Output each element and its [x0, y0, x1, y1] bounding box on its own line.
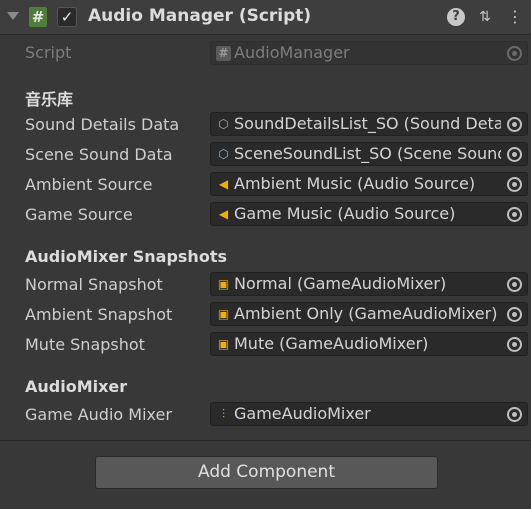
object-picker-icon[interactable]: [501, 203, 527, 225]
ambient-snapshot-label: Ambient Snapshot: [25, 305, 173, 324]
audio-source-icon: ◀: [218, 207, 229, 221]
ambient-snapshot-value: Ambient Only (GameAudioMixer): [234, 304, 498, 323]
section-music-library: 音乐库: [25, 90, 74, 109]
ambient-source-label: Ambient Source: [25, 175, 153, 194]
object-picker-icon: [501, 42, 527, 64]
sound-details-field[interactable]: ⬡ SoundDetailsList_SO (Sound Details Lis…: [210, 112, 528, 136]
audio-mixer-icon: ⫶: [221, 407, 225, 421]
sound-details-value: SoundDetailsList_SO (Sound Details List_…: [234, 114, 527, 133]
ambient-source-value: Ambient Music (Audio Source): [234, 174, 476, 193]
snapshot-icon: ▣: [217, 337, 230, 351]
normal-snapshot-field[interactable]: ▣ Normal (GameAudioMixer): [210, 272, 528, 296]
script-field: # AudioManager: [210, 41, 528, 65]
normal-snapshot-value: Normal (GameAudioMixer): [234, 274, 447, 293]
object-picker-icon[interactable]: [501, 333, 527, 355]
object-picker-icon[interactable]: [501, 143, 527, 165]
enabled-checkbox[interactable]: ✓: [57, 7, 77, 27]
object-picker-icon[interactable]: [501, 273, 527, 295]
ambient-source-field[interactable]: ◀ Ambient Music (Audio Source): [210, 172, 528, 196]
mute-snapshot-field[interactable]: ▣ Mute (GameAudioMixer): [210, 332, 528, 356]
snapshot-icon: ▣: [217, 277, 230, 291]
game-audio-mixer-label: Game Audio Mixer: [25, 405, 172, 424]
object-picker-icon[interactable]: [501, 113, 527, 135]
component-title: Audio Manager (Script): [88, 6, 312, 26]
game-source-label: Game Source: [25, 205, 133, 224]
sound-details-label: Sound Details Data: [25, 115, 180, 134]
foldout-arrow-icon[interactable]: [7, 12, 19, 20]
game-source-value: Game Music (Audio Source): [234, 204, 456, 223]
game-source-field[interactable]: ◀ Game Music (Audio Source): [210, 202, 528, 226]
object-picker-icon[interactable]: [501, 173, 527, 195]
mute-snapshot-label: Mute Snapshot: [25, 335, 145, 354]
script-asset-icon: #: [216, 46, 231, 61]
component-header: # ✓ Audio Manager (Script) ? ⇅ ⋮: [0, 0, 531, 35]
divider: [0, 440, 531, 441]
scene-sound-label: Scene Sound Data: [25, 145, 173, 164]
game-audio-mixer-field[interactable]: ⫶ GameAudioMixer: [210, 402, 528, 426]
snapshot-icon: ▣: [217, 307, 230, 321]
help-icon[interactable]: ?: [447, 8, 465, 26]
add-component-button[interactable]: Add Component: [95, 456, 438, 489]
ambient-snapshot-field[interactable]: ▣ Ambient Only (GameAudioMixer): [210, 302, 528, 326]
scene-sound-value: SceneSoundList_SO (Scene Sound List_SO): [234, 144, 527, 163]
script-label: Script: [25, 43, 72, 62]
script-field-value: AudioManager: [234, 43, 350, 62]
normal-snapshot-label: Normal Snapshot: [25, 275, 163, 294]
section-audiomixer-snapshots: AudioMixer Snapshots: [25, 247, 227, 266]
presets-icon[interactable]: ⇅: [476, 8, 494, 26]
scene-sound-field[interactable]: ⬡ SceneSoundList_SO (Scene Sound List_SO…: [210, 142, 528, 166]
context-menu-icon[interactable]: ⋮: [506, 8, 524, 26]
audio-source-icon: ◀: [218, 177, 229, 191]
object-picker-icon[interactable]: [501, 403, 527, 425]
section-audiomixer: AudioMixer: [25, 377, 128, 396]
mute-snapshot-value: Mute (GameAudioMixer): [234, 334, 429, 353]
game-audio-mixer-value: GameAudioMixer: [234, 404, 371, 423]
script-icon: #: [29, 7, 47, 27]
scriptable-object-icon: ⬡: [218, 147, 229, 161]
scriptable-object-icon: ⬡: [218, 117, 229, 131]
object-picker-icon[interactable]: [501, 303, 527, 325]
